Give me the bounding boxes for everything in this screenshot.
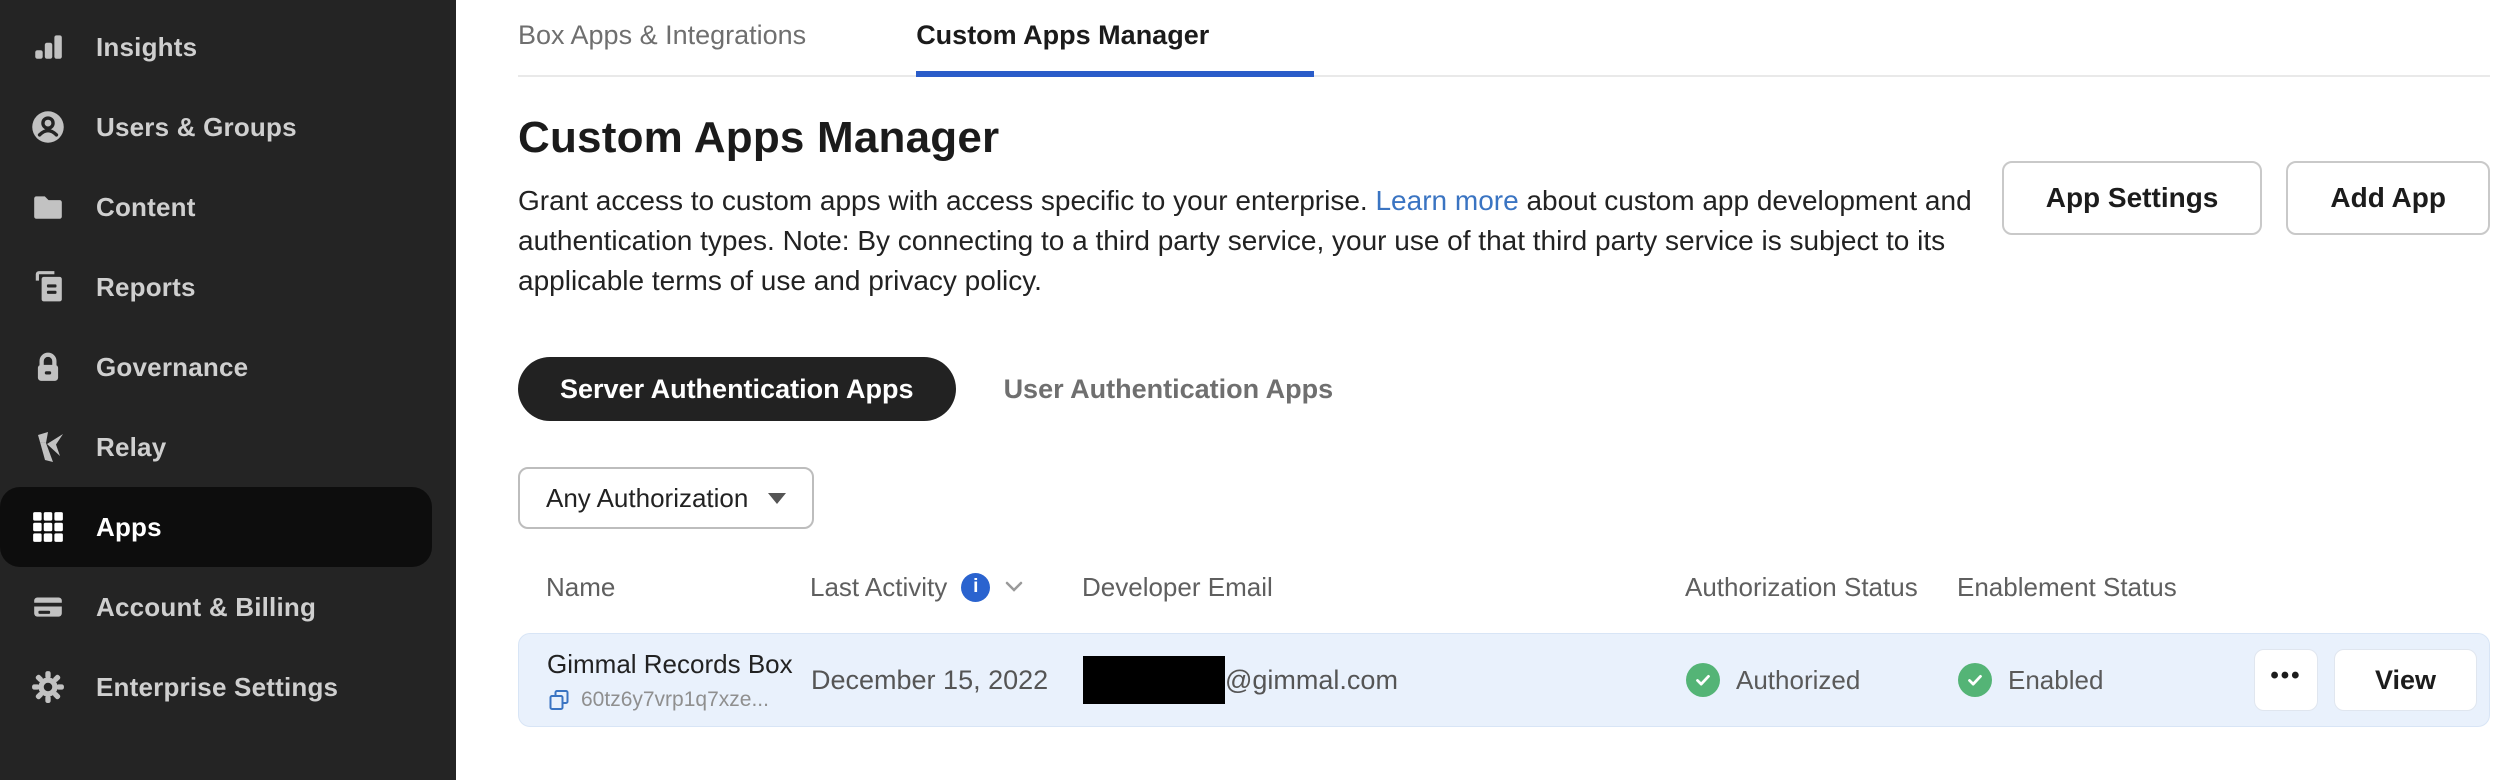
page-description: Grant access to custom apps with access … xyxy=(518,181,1978,301)
column-header-last-activity[interactable]: Last Activity i xyxy=(810,572,1082,603)
sidebar-item-label: Governance xyxy=(96,352,248,383)
bar-chart-icon xyxy=(30,29,66,65)
developer-email-cell: @gimmal.com xyxy=(1083,656,1686,704)
email-domain: @gimmal.com xyxy=(1225,665,1398,696)
app-name: Gimmal Records Box xyxy=(547,649,811,680)
sidebar-item-label: Relay xyxy=(96,432,166,463)
column-header-developer-email[interactable]: Developer Email xyxy=(1082,572,1685,603)
sidebar-item-label: Apps xyxy=(96,512,162,543)
server-auth-apps-tab[interactable]: Server Authentication Apps xyxy=(518,357,956,421)
sidebar-item-label: Reports xyxy=(96,272,196,303)
app-id-line: 60tz6y7vrp1q7xze... xyxy=(547,688,811,712)
page-header-text: Custom Apps Manager Grant access to cust… xyxy=(518,113,1978,301)
authorization-status-cell: Authorized xyxy=(1686,663,1958,697)
page-header-actions: App Settings Add App xyxy=(2002,161,2490,235)
user-auth-apps-tab[interactable]: User Authentication Apps xyxy=(1004,374,1334,405)
main-content: Box Apps & Integrations Custom Apps Mana… xyxy=(456,0,2504,780)
authorization-filter-dropdown[interactable]: Any Authorization xyxy=(518,467,814,529)
row-actions: ••• View xyxy=(2238,649,2477,711)
auth-type-toggle: Server Authentication Apps User Authenti… xyxy=(518,357,2490,421)
lock-icon xyxy=(30,349,66,385)
tab-box-apps-integrations[interactable]: Box Apps & Integrations xyxy=(518,20,806,75)
table-row[interactable]: Gimmal Records Box 60tz6y7vrp1q7xze... D… xyxy=(518,633,2490,727)
user-circle-icon xyxy=(30,109,66,145)
authorization-status-text: Authorized xyxy=(1736,665,1860,696)
authorization-filter-value: Any Authorization xyxy=(546,483,748,514)
sidebar-item-reports[interactable]: Reports xyxy=(0,247,456,327)
folder-icon xyxy=(30,189,66,225)
column-header-label: Last Activity xyxy=(810,572,947,603)
report-pages-icon xyxy=(30,269,66,305)
sidebar-item-relay[interactable]: Relay xyxy=(0,407,456,487)
flag-icon xyxy=(30,429,66,465)
sidebar-item-label: Insights xyxy=(96,32,197,63)
page-header: Custom Apps Manager Grant access to cust… xyxy=(518,113,2490,301)
last-activity-cell: December 15, 2022 xyxy=(811,665,1083,696)
redacted-email-box xyxy=(1083,656,1225,704)
sidebar-item-label: Enterprise Settings xyxy=(96,672,338,703)
more-options-button[interactable]: ••• xyxy=(2254,649,2318,711)
column-header-authorization-status[interactable]: Authorization Status xyxy=(1685,572,1957,603)
sidebar: Insights Users & Groups Content xyxy=(0,0,456,780)
sidebar-item-label: Account & Billing xyxy=(96,592,316,623)
app-name-cell: Gimmal Records Box 60tz6y7vrp1q7xze... xyxy=(547,649,811,712)
filter-row: Any Authorization xyxy=(518,467,2490,529)
enablement-status-text: Enabled xyxy=(2008,665,2103,696)
sidebar-item-label: Users & Groups xyxy=(96,112,297,143)
app-settings-button[interactable]: App Settings xyxy=(2002,161,2263,235)
sidebar-item-label: Content xyxy=(96,192,196,223)
view-button[interactable]: View xyxy=(2334,649,2477,711)
app-id: 60tz6y7vrp1q7xze... xyxy=(581,688,769,712)
sidebar-item-insights[interactable]: Insights xyxy=(0,7,456,87)
sort-chevron-down-icon[interactable] xyxy=(1004,580,1024,594)
apps-grid-icon xyxy=(30,509,66,545)
credit-card-icon xyxy=(30,589,66,625)
chevron-down-icon xyxy=(768,493,786,504)
page-title: Custom Apps Manager xyxy=(518,113,1978,163)
sidebar-item-enterprise-settings[interactable]: Enterprise Settings xyxy=(0,647,456,727)
tab-bar: Box Apps & Integrations Custom Apps Mana… xyxy=(518,20,2490,77)
sidebar-item-users-groups[interactable]: Users & Groups xyxy=(0,87,456,167)
sidebar-item-content[interactable]: Content xyxy=(0,167,456,247)
sidebar-item-apps[interactable]: Apps xyxy=(0,487,432,567)
sidebar-item-account-billing[interactable]: Account & Billing xyxy=(0,567,456,647)
copy-icon[interactable] xyxy=(547,688,571,712)
add-app-button[interactable]: Add App xyxy=(2286,161,2490,235)
table-header: Name Last Activity i Developer Email Aut… xyxy=(518,571,2490,603)
column-header-name[interactable]: Name xyxy=(546,572,810,603)
check-circle-icon xyxy=(1958,663,1992,697)
learn-more-link[interactable]: Learn more xyxy=(1375,185,1518,216)
gear-icon xyxy=(30,669,66,705)
sidebar-item-governance[interactable]: Governance xyxy=(0,327,456,407)
tab-custom-apps-manager[interactable]: Custom Apps Manager xyxy=(916,20,1314,77)
info-icon[interactable]: i xyxy=(961,573,990,602)
column-header-enablement-status[interactable]: Enablement Status xyxy=(1957,572,2237,603)
check-circle-icon xyxy=(1686,663,1720,697)
enablement-status-cell: Enabled xyxy=(1958,663,2238,697)
description-text: Grant access to custom apps with access … xyxy=(518,185,1375,216)
